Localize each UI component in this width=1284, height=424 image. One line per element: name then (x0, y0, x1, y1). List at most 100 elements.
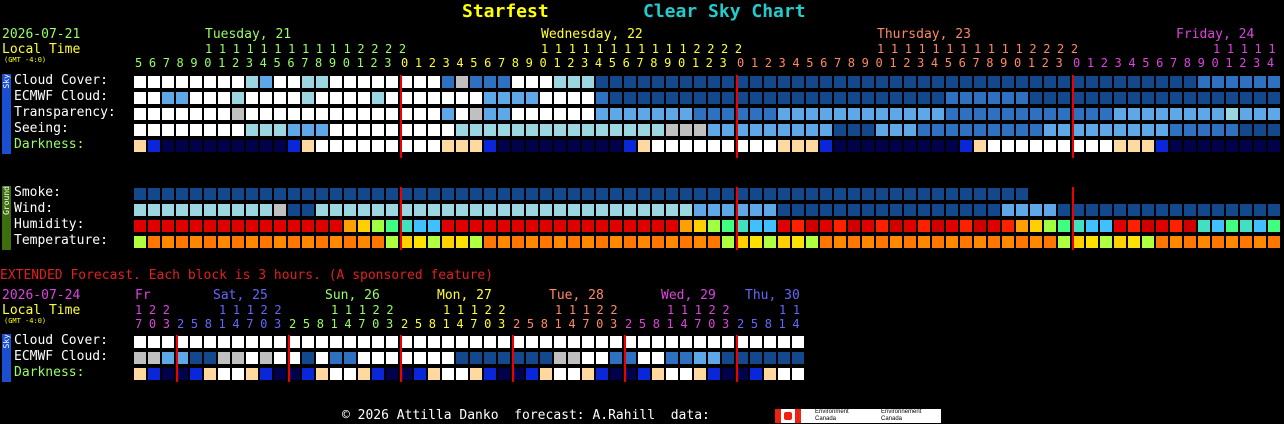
wind-block[interactable] (1156, 204, 1168, 216)
ecmwf-cloud-block[interactable] (694, 92, 706, 104)
darkness-block[interactable] (176, 140, 188, 152)
humidity-block[interactable] (1016, 220, 1028, 232)
ext-cloud-cover-block[interactable] (442, 336, 454, 348)
darkness-block[interactable] (1184, 140, 1196, 152)
transparency-block[interactable] (750, 108, 762, 120)
smoke-block[interactable] (904, 188, 916, 200)
smoke-block[interactable] (456, 188, 468, 200)
cloud-cover-block[interactable] (722, 76, 734, 88)
seeing-block[interactable] (722, 124, 734, 136)
transparency-block[interactable] (512, 108, 524, 120)
cloud-cover-block[interactable] (414, 76, 426, 88)
ecmwf-cloud-block[interactable] (722, 92, 734, 104)
cloud-cover-block[interactable] (456, 76, 468, 88)
darkness-block[interactable] (582, 140, 594, 152)
temperature-block[interactable] (638, 236, 650, 248)
seeing-block[interactable] (358, 124, 370, 136)
temperature-block[interactable] (134, 236, 146, 248)
smoke-block[interactable] (204, 188, 216, 200)
humidity-block[interactable] (1198, 220, 1210, 232)
seeing-block[interactable] (1170, 124, 1182, 136)
transparency-block[interactable] (1016, 108, 1028, 120)
smoke-block[interactable] (134, 188, 146, 200)
temperature-block[interactable] (456, 236, 468, 248)
ext-ecmwf-cloud-block[interactable] (568, 352, 580, 364)
wind-block[interactable] (960, 204, 972, 216)
darkness-block[interactable] (470, 140, 482, 152)
ecmwf-cloud-block[interactable] (358, 92, 370, 104)
seeing-block[interactable] (596, 124, 608, 136)
wind-block[interactable] (512, 204, 524, 216)
ecmwf-cloud-block[interactable] (484, 92, 496, 104)
temperature-block[interactable] (442, 236, 454, 248)
humidity-block[interactable] (666, 220, 678, 232)
cloud-cover-block[interactable] (610, 76, 622, 88)
humidity-block[interactable] (862, 220, 874, 232)
humidity-block[interactable] (638, 220, 650, 232)
temperature-block[interactable] (1240, 236, 1252, 248)
ext-ecmwf-cloud-block[interactable] (778, 352, 790, 364)
seeing-block[interactable] (498, 124, 510, 136)
darkness-block[interactable] (596, 140, 608, 152)
seeing-block[interactable] (1184, 124, 1196, 136)
day-label[interactable]: Friday, 24 (1176, 28, 1254, 41)
seeing-block[interactable] (806, 124, 818, 136)
temperature-block[interactable] (274, 236, 286, 248)
ext-cloud-cover-block[interactable] (764, 336, 776, 348)
darkness-block[interactable] (946, 140, 958, 152)
wind-block[interactable] (722, 204, 734, 216)
humidity-block[interactable] (358, 220, 370, 232)
darkness-block[interactable] (764, 140, 776, 152)
wind-block[interactable] (442, 204, 454, 216)
ecmwf-cloud-block[interactable] (1086, 92, 1098, 104)
row-label-darkness[interactable]: Darkness: (14, 138, 84, 152)
ext-darkness-block[interactable] (344, 368, 356, 380)
cloud-cover-block[interactable] (540, 76, 552, 88)
temperature-block[interactable] (246, 236, 258, 248)
cloud-cover-block[interactable] (260, 76, 272, 88)
ext-cloud-cover-block[interactable] (750, 336, 762, 348)
ext-darkness-block[interactable] (750, 368, 762, 380)
ecmwf-cloud-block[interactable] (848, 92, 860, 104)
transparency-block[interactable] (1114, 108, 1126, 120)
transparency-block[interactable] (918, 108, 930, 120)
temperature-block[interactable] (484, 236, 496, 248)
cloud-cover-block[interactable] (988, 76, 1000, 88)
row-label-wind[interactable]: Wind: (14, 202, 53, 216)
humidity-block[interactable] (904, 220, 916, 232)
ecmwf-cloud-block[interactable] (946, 92, 958, 104)
smoke-block[interactable] (526, 188, 538, 200)
wind-block[interactable] (1100, 204, 1112, 216)
cloud-cover-block[interactable] (764, 76, 776, 88)
wind-block[interactable] (1170, 204, 1182, 216)
temperature-block[interactable] (806, 236, 818, 248)
temperature-block[interactable] (358, 236, 370, 248)
wind-block[interactable] (946, 204, 958, 216)
humidity-block[interactable] (1058, 220, 1070, 232)
temperature-block[interactable] (1044, 236, 1056, 248)
ext-ecmwf-cloud-block[interactable] (190, 352, 202, 364)
wind-block[interactable] (498, 204, 510, 216)
cloud-cover-block[interactable] (1030, 76, 1042, 88)
darkness-block[interactable] (1156, 140, 1168, 152)
cloud-cover-block[interactable] (358, 76, 370, 88)
transparency-block[interactable] (1212, 108, 1224, 120)
ecmwf-cloud-block[interactable] (1114, 92, 1126, 104)
transparency-block[interactable] (414, 108, 426, 120)
transparency-block[interactable] (1100, 108, 1112, 120)
smoke-block[interactable] (624, 188, 636, 200)
smoke-block[interactable] (848, 188, 860, 200)
ext-ecmwf-cloud-block[interactable] (302, 352, 314, 364)
ecmwf-cloud-block[interactable] (820, 92, 832, 104)
darkness-block[interactable] (386, 140, 398, 152)
seeing-block[interactable] (316, 124, 328, 136)
ext-row-label-ecmwf-cloud[interactable]: ECMWF Cloud: (14, 350, 108, 364)
ecmwf-cloud-block[interactable] (638, 92, 650, 104)
transparency-block[interactable] (1058, 108, 1070, 120)
humidity-block[interactable] (260, 220, 272, 232)
darkness-block[interactable] (1100, 140, 1112, 152)
transparency-block[interactable] (540, 108, 552, 120)
ext-ecmwf-cloud-block[interactable] (708, 352, 720, 364)
transparency-block[interactable] (722, 108, 734, 120)
temperature-block[interactable] (386, 236, 398, 248)
